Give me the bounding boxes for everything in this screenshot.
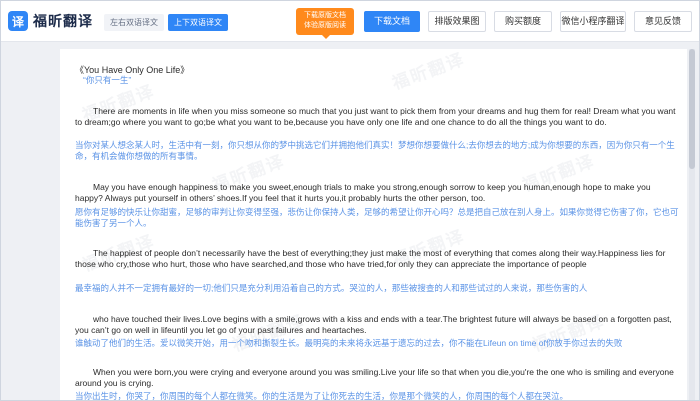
bilingual-mode-toggle: 左右双语译文 上下双语译文 bbox=[104, 14, 228, 31]
download-document-button[interactable]: 下载文档 bbox=[364, 11, 420, 32]
paragraph-zh: 谁触动了他们的生活。爱以微笑开始，用一个吻和撕裂生长。最明亮的未来将永远基于遗忘… bbox=[75, 338, 623, 348]
buy-quota-button[interactable]: 购买额度 bbox=[494, 11, 552, 32]
document-scrollbar[interactable] bbox=[689, 49, 695, 401]
mode-top-bottom-button[interactable]: 上下双语译文 bbox=[168, 14, 228, 31]
logo-text: 福昕翻译 bbox=[33, 13, 93, 29]
paragraph-zh: 当你对某人想念某人时，生活中有一刻，你只想从你的梦中挑选它们并拥抱他们真实！梦想… bbox=[75, 140, 675, 161]
paragraph-zh: 最幸福的人并不一定拥有最好的一切;他们只是充分利用沿着自己的方式。哭泣的人，那些… bbox=[75, 283, 588, 293]
watermark: 福昕翻译 bbox=[389, 49, 468, 94]
feedback-button[interactable]: 意见反馈 bbox=[634, 11, 692, 32]
document-view[interactable]: 福昕翻译 福昕翻译 福昕翻译 福昕翻译 福昕翻译 福昕翻译 福昕翻译 福昕翻译 … bbox=[60, 49, 687, 401]
scrollbar-thumb[interactable] bbox=[689, 49, 695, 169]
logo[interactable]: 译 福昕翻译 bbox=[8, 10, 93, 32]
paragraph-en: When you were born,you were crying and e… bbox=[75, 367, 674, 388]
wechat-miniprogram-button[interactable]: 微信小程序翻译 bbox=[560, 11, 626, 32]
document-title-zh: “你只有一生” bbox=[83, 75, 132, 85]
paragraph-en: May you have enough happiness to make yo… bbox=[75, 182, 651, 203]
top-bar: 译 福昕翻译 左右双语译文 上下双语译文 下载原版文档 体验原版阅读 下载文档 … bbox=[0, 0, 700, 42]
promo-pointer-icon bbox=[322, 35, 330, 39]
paragraph-en: who have touched their lives.Love begins… bbox=[75, 314, 672, 335]
paragraph-en: There are moments in life when you miss … bbox=[75, 106, 676, 127]
mode-side-by-side-button[interactable]: 左右双语译文 bbox=[104, 14, 164, 31]
layout-preview-button[interactable]: 排版效果图 bbox=[428, 11, 486, 32]
promo-line-2: 体验原版阅读 bbox=[304, 22, 346, 29]
paragraph-zh: 愿你有足够的快乐让你甜蜜，足够的审判让你变得坚强，悲伤让你保持人类，足够的希望让… bbox=[75, 207, 679, 228]
paragraph-zh: 当你出生时，你哭了，你周围的每个人都在微笑。你的生活是为了让你死去的生活，你是那… bbox=[75, 391, 569, 401]
promo-line-1: 下载原版文档 bbox=[304, 12, 346, 19]
paragraph-en: The happiest of people don’t necessarily… bbox=[75, 248, 666, 269]
logo-icon: 译 bbox=[8, 11, 28, 31]
app-window: 译 福昕翻译 左右双语译文 上下双语译文 下载原版文档 体验原版阅读 下载文档 … bbox=[0, 0, 700, 401]
download-original-promo[interactable]: 下载原版文档 体验原版阅读 bbox=[296, 8, 354, 39]
